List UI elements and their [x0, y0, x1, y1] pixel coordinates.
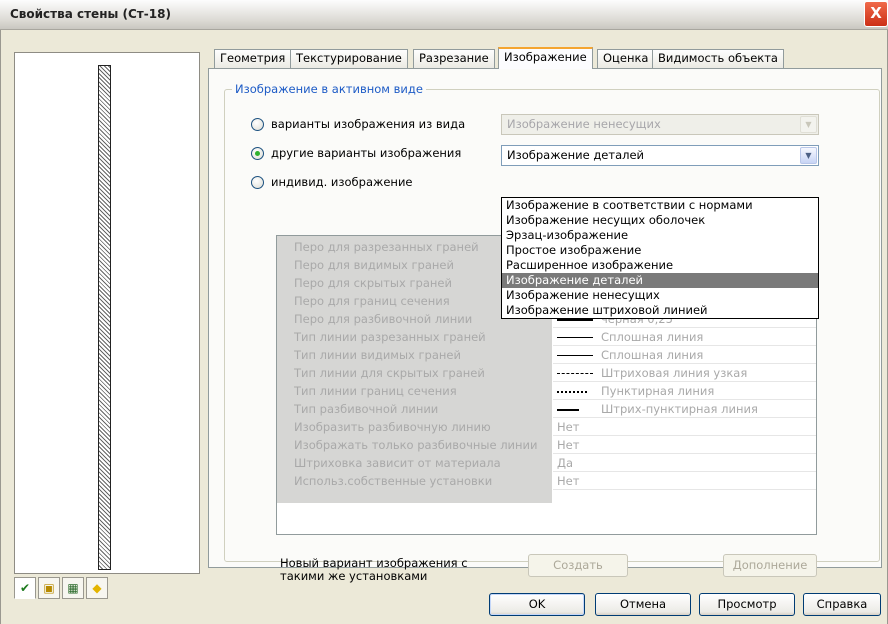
property-value-text: Штриховая линия узкая	[601, 366, 748, 380]
other-variants-dropdown-list[interactable]: Изображение в соответствии с нормами Изо…	[501, 197, 819, 319]
dropdown-option[interactable]: Изображение в соответствии с нормами	[502, 198, 818, 213]
property-value-text: Сплошная линия	[601, 330, 704, 344]
radio-from-view[interactable]: варианты изображения из вида	[251, 115, 465, 133]
radio-other-variants-label: другие варианты изображения	[271, 146, 462, 160]
property-value-text: Да	[557, 456, 574, 470]
property-name: Тип линии видимых граней	[294, 348, 461, 362]
dropdown-option[interactable]: Простое изображение	[502, 243, 818, 258]
chevron-down-icon: ▼	[800, 116, 817, 133]
property-value-text: Нет	[557, 420, 580, 434]
property-value-text: Пунктирная линия	[601, 384, 715, 398]
title-bar[interactable]: Свойства стены (Ст-18) X	[0, 0, 888, 30]
close-icon: X	[870, 4, 882, 22]
new-variant-label: Новый вариант изображения с такими же ус…	[280, 557, 500, 583]
from-view-select[interactable]: Изображение ненесущих ▼	[501, 114, 819, 135]
view-tab-axonometric[interactable]: ▣	[38, 577, 60, 599]
axonometric-view-icon: ▣	[43, 581, 55, 595]
create-button[interactable]: Создать	[528, 554, 628, 577]
property-value[interactable]: Да	[553, 454, 816, 472]
property-name: Тип линии для скрытых граней	[294, 366, 485, 380]
dropdown-option[interactable]: Изображение штриховой линией	[502, 303, 818, 318]
tab-geometry[interactable]: Геометрия	[214, 49, 292, 68]
property-name: Штриховка зависит от материала	[294, 456, 501, 470]
table-row[interactable]: Использ.собственные установки Нет	[277, 472, 816, 490]
tab-display[interactable]: Изображение	[498, 47, 593, 69]
dropdown-option-selected[interactable]: Изображение деталей	[502, 273, 818, 288]
property-name: Изобразить разбивочную линию	[294, 420, 491, 434]
line-style-swatch	[557, 355, 593, 356]
property-value[interactable]: Нет	[553, 472, 816, 490]
radio-other-variants[interactable]: другие варианты изображения	[251, 144, 461, 162]
plan-view-icon: ✔	[19, 581, 31, 595]
table-row[interactable]: Изобразить разбивочную линию Нет	[277, 418, 816, 436]
property-name: Тип разбивочной линии	[294, 402, 439, 416]
property-value[interactable]: Штрих-пунктирная линия	[553, 400, 816, 418]
table-row[interactable]: Штриховка зависит от материала Да	[277, 454, 816, 472]
radio-custom-indicator[interactable]	[251, 175, 264, 189]
property-name: Тип линии разрезанных граней	[294, 330, 486, 344]
radio-from-view-indicator[interactable]	[251, 117, 264, 131]
tab-evaluation[interactable]: Оценка	[597, 49, 655, 68]
property-value-text: Нет	[557, 438, 580, 452]
radio-custom[interactable]: индивид. изображение	[251, 173, 413, 191]
property-name: Тип линии границ сечения	[294, 384, 457, 398]
other-variants-select[interactable]: Изображение деталей ▼	[501, 145, 819, 166]
property-value-text: Нет	[557, 474, 580, 488]
property-value[interactable]: Сплошная линия	[553, 346, 816, 364]
dropdown-option[interactable]: Расширенное изображение	[502, 258, 818, 273]
tab-cutting[interactable]: Разрезание	[413, 49, 495, 68]
view-tab-section[interactable]: ▦	[62, 577, 84, 599]
preview-view-tabs: ✔ ▣ ▦ ◆	[14, 577, 200, 605]
line-style-swatch	[557, 390, 587, 393]
window-title: Свойства стены (Ст-18)	[10, 7, 171, 21]
dropdown-option[interactable]: Эрзац-изображение	[502, 228, 818, 243]
view-tab-plan[interactable]: ✔	[14, 577, 36, 599]
dialog-body: ✔ ▣ ▦ ◆ Геометрия Текстурирование Разрез…	[0, 30, 888, 624]
property-value-text: Сплошная линия	[601, 348, 704, 362]
dropdown-option[interactable]: Изображение несущих оболочек	[502, 213, 818, 228]
table-row[interactable]: Тип разбивочной линии Штрих-пунктирная ли…	[277, 400, 816, 418]
property-value-text: Штрих-пунктирная линия	[601, 402, 758, 416]
radio-other-variants-indicator[interactable]	[251, 146, 264, 160]
help-button[interactable]: Справка	[803, 593, 881, 616]
new-variant-label-line2: такими же установками	[280, 569, 428, 583]
cancel-button[interactable]: Отмена	[595, 593, 691, 616]
table-row[interactable]: Изображать только разбивочные линии Нет	[277, 436, 816, 454]
line-style-swatch	[557, 373, 593, 374]
other-variants-select-value: Изображение деталей	[507, 148, 645, 162]
wall-hatch-preview	[98, 65, 111, 570]
radio-custom-label: индивид. изображение	[271, 175, 413, 189]
from-view-select-value: Изображение ненесущих	[507, 117, 661, 131]
table-row[interactable]: Тип линии разрезанных граней Сплошная лин…	[277, 328, 816, 346]
preview-button[interactable]: Просмотр	[699, 593, 795, 616]
line-style-swatch	[557, 337, 593, 338]
dropdown-option[interactable]: Изображение ненесущих	[502, 288, 818, 303]
property-value[interactable]: Нет	[553, 418, 816, 436]
close-button[interactable]: X	[864, 1, 888, 27]
wall-preview	[14, 52, 200, 574]
tab-object-visibility[interactable]: Видимость объекта	[652, 49, 784, 68]
property-value[interactable]: Сплошная линия	[553, 328, 816, 346]
property-value[interactable]: Пунктирная линия	[553, 382, 816, 400]
section-view-icon: ▦	[67, 581, 79, 595]
tab-texturing[interactable]: Текстурирование	[290, 49, 408, 68]
radio-from-view-label: варианты изображения из вида	[271, 117, 466, 131]
table-row[interactable]: Тип линии границ сечения Пунктирная линия	[277, 382, 816, 400]
material-view-icon: ◆	[92, 581, 102, 595]
view-tab-material[interactable]: ◆	[86, 577, 108, 599]
property-name: Использ.собственные установки	[294, 474, 493, 488]
chevron-down-icon[interactable]: ▼	[800, 147, 817, 164]
property-value[interactable]: Нет	[553, 436, 816, 454]
line-style-swatch	[557, 408, 579, 411]
property-value[interactable]: Штриховая линия узкая	[553, 364, 816, 382]
table-row[interactable]: Тип линии для скрытых граней Штриховая ли…	[277, 364, 816, 382]
ok-button[interactable]: OK	[489, 593, 585, 616]
group-title: Изображение в активном виде	[232, 82, 426, 96]
property-name: Изображать только разбивочные линии	[294, 438, 538, 452]
extra-button[interactable]: Дополнение	[723, 554, 817, 577]
table-row[interactable]: Тип линии видимых граней Сплошная линия	[277, 346, 816, 364]
